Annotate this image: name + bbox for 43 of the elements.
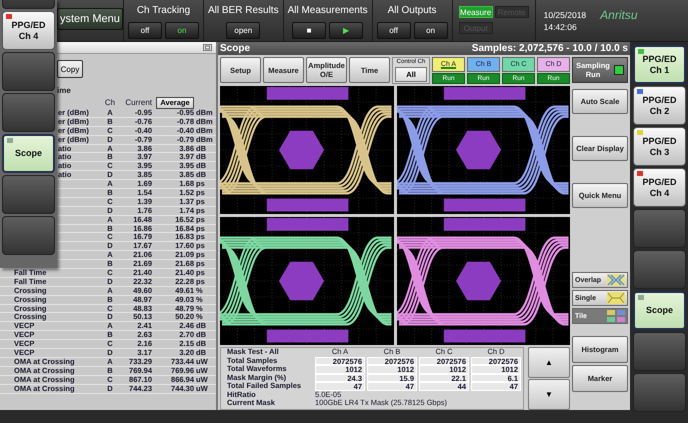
panel-tab[interactable]: PPG/ED Ch 1 xyxy=(633,45,686,84)
scroll-button[interactable]: ▼ xyxy=(528,379,570,410)
panel-tab[interactable]: PPG/ED Ch 2 xyxy=(633,86,686,125)
overlap-layout-icon xyxy=(607,274,625,286)
column-header: Ch xyxy=(104,97,116,109)
single-layout-icon xyxy=(607,292,625,304)
toolbar-button[interactable]: on xyxy=(414,22,448,39)
group-title: All Measurements xyxy=(288,4,368,17)
toolbar-button[interactable]: off xyxy=(376,22,411,39)
time-text: 14:42:06 xyxy=(544,22,578,32)
empty-panel-button[interactable] xyxy=(2,52,55,91)
tile-layout-icon xyxy=(607,310,625,322)
empty-panel-button[interactable] xyxy=(2,175,55,214)
date-text: 10/25/2018 xyxy=(544,10,586,20)
group-title: Ch Tracking xyxy=(136,4,190,17)
panel-tab[interactable]: Scope xyxy=(633,291,686,330)
copy-button[interactable]: Copy xyxy=(57,60,83,78)
status-indicator: Measure xyxy=(458,6,493,18)
toolbar-button[interactable]: open xyxy=(226,22,260,39)
empty-panel-button[interactable] xyxy=(633,209,686,248)
empty-panel-button[interactable] xyxy=(2,216,55,255)
logo-text: Anritsu xyxy=(598,7,638,24)
column-header: Current xyxy=(124,97,152,109)
empty-panel-button[interactable] xyxy=(633,373,686,412)
empty-panel-button[interactable] xyxy=(633,250,686,289)
panel-tab[interactable]: PPG/ED Ch 3 xyxy=(633,127,686,166)
restore-icon xyxy=(203,44,212,51)
samples-text: Samples: 2,072,576 - 10.0 / 10.0 s xyxy=(472,43,628,54)
group-title: All Outputs xyxy=(388,4,437,17)
empty-panel-button[interactable] xyxy=(2,93,55,132)
panel-tab[interactable]: PPG/ED Ch 4 xyxy=(2,11,55,50)
panel-tab[interactable]: PPG/ED Ch 4 xyxy=(633,168,686,207)
toolbar-button[interactable]: ▶ xyxy=(329,22,364,39)
group-title: All BER Results xyxy=(208,4,279,17)
panel-tab[interactable]: Scope xyxy=(2,134,55,173)
scope-title: Scope xyxy=(220,43,250,54)
toolbar-button[interactable]: off xyxy=(128,22,162,39)
empty-panel-button[interactable] xyxy=(633,332,686,371)
toolbar-button[interactable]: on xyxy=(165,22,199,39)
group-label: ime xyxy=(57,86,72,96)
toolbar-button[interactable]: ■ xyxy=(292,22,326,39)
system-menu-button[interactable]: ystem Menu xyxy=(57,8,123,30)
scroll-button[interactable]: ▲ xyxy=(528,347,570,378)
